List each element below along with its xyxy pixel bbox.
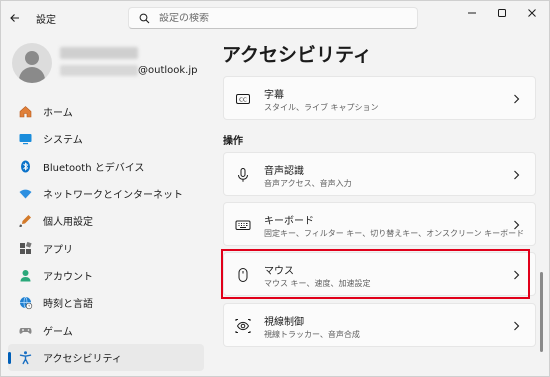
accessibility-icon: [17, 349, 33, 365]
user-profile[interactable]: @outlook.jp: [12, 43, 207, 83]
sidebar-item-label: ゲーム: [43, 326, 73, 338]
maximize-icon: [498, 9, 506, 17]
page-title: アクセシビリティ: [222, 44, 372, 66]
card-subtitle: スタイル、ライブ キャプション: [264, 103, 379, 112]
back-arrow-icon: [10, 14, 19, 22]
user-email-redacted: [60, 65, 138, 76]
sidebar-item-bluetooth[interactable]: Bluetooth とデバイス: [8, 153, 204, 180]
microphone-icon: [234, 166, 252, 184]
card-title: キーボード: [264, 216, 314, 227]
user-name-redacted: [60, 47, 138, 59]
home-icon: [17, 104, 33, 120]
chevron-right-icon: [511, 320, 521, 332]
card-title: 字幕: [264, 90, 284, 101]
account-icon: [17, 267, 33, 283]
chevron-right-icon: [511, 93, 521, 105]
sidebar-item-label: 時刻と言語: [43, 299, 93, 311]
sidebar-item-label: 個人用設定: [43, 217, 93, 229]
keyboard-icon: [234, 216, 252, 234]
maximize-button[interactable]: [488, 4, 516, 22]
search-box[interactable]: [128, 7, 418, 29]
eye-control-card[interactable]: 視線制御 視線トラッカー、音声合成: [223, 303, 536, 347]
avatar: [12, 43, 52, 83]
card-subtitle: 固定キー、フィルター キー、切り替えキー、オンスクリーン キーボード: [264, 229, 525, 238]
user-email-domain: @outlook.jp: [138, 65, 198, 76]
sidebar-item-account[interactable]: アカウント: [8, 262, 204, 289]
vertical-scrollbar[interactable]: [540, 272, 543, 352]
network-icon: [17, 186, 33, 202]
sidebar-item-label: アプリ: [43, 244, 73, 256]
sidebar-item-label: システム: [43, 135, 83, 147]
personalization-icon: [17, 213, 33, 229]
chevron-right-icon: [511, 269, 521, 281]
minimize-icon: [468, 12, 476, 14]
card-subtitle: 音声アクセス、音声入力: [264, 179, 352, 188]
card-subtitle: マウス キー、速度、加速設定: [264, 279, 371, 288]
sidebar-nav: ホーム システム Bluetooth とデバイス ネットワークとインターネット …: [8, 98, 204, 371]
sidebar-item-accessibility[interactable]: アクセシビリティ: [8, 343, 204, 371]
sidebar-item-time-language[interactable]: 時刻と言語: [8, 289, 204, 316]
sidebar-item-personalization[interactable]: 個人用設定: [8, 207, 204, 234]
close-icon: [528, 9, 536, 17]
mouse-icon: [234, 266, 252, 284]
app-title: 設定: [36, 15, 56, 26]
sidebar-item-label: ホーム: [43, 108, 73, 120]
sidebar-item-home[interactable]: ホーム: [8, 98, 204, 125]
search-input[interactable]: [159, 12, 399, 24]
captions-icon: CC: [234, 90, 252, 108]
captions-card[interactable]: CC 字幕 スタイル、ライブ キャプション: [223, 76, 536, 120]
sidebar-item-label: ネットワークとインターネット: [43, 190, 183, 202]
apps-icon: [17, 240, 33, 256]
close-button[interactable]: [518, 4, 546, 22]
bluetooth-icon: [17, 158, 33, 174]
svg-text:CC: CC: [239, 97, 247, 103]
sidebar-item-system[interactable]: システム: [8, 125, 204, 152]
card-title: 視線制御: [264, 317, 304, 328]
time-language-icon: [17, 295, 33, 311]
chevron-right-icon: [511, 169, 521, 181]
keyboard-card[interactable]: キーボード 固定キー、フィルター キー、切り替えキー、オンスクリーン キーボード: [223, 202, 536, 246]
minimize-button[interactable]: [458, 4, 486, 22]
speech-card[interactable]: 音声認識 音声アクセス、音声入力: [223, 152, 536, 196]
card-subtitle: 視線トラッカー、音声合成: [264, 330, 360, 339]
sidebar-item-network[interactable]: ネットワークとインターネット: [8, 180, 204, 207]
card-title: 音声認識: [264, 166, 304, 177]
mouse-card[interactable]: マウス マウス キー、速度、加速設定: [223, 252, 536, 296]
sidebar-item-apps[interactable]: アプリ: [8, 234, 204, 261]
sidebar-item-label: Bluetooth とデバイス: [43, 162, 145, 174]
sidebar-item-label: アカウント: [43, 271, 93, 283]
sidebar-item-label: アクセシビリティ: [43, 353, 122, 365]
title-bar: 設定: [0, 0, 550, 36]
sidebar-item-gaming[interactable]: ゲーム: [8, 316, 204, 343]
chevron-right-icon: [511, 219, 521, 231]
gaming-icon: [17, 322, 33, 338]
card-title: マウス: [264, 266, 294, 277]
system-icon: [17, 131, 33, 147]
section-label-interaction: 操作: [223, 136, 243, 147]
back-button[interactable]: [6, 9, 24, 27]
search-icon: [139, 12, 151, 24]
eye-control-icon: [234, 317, 252, 335]
